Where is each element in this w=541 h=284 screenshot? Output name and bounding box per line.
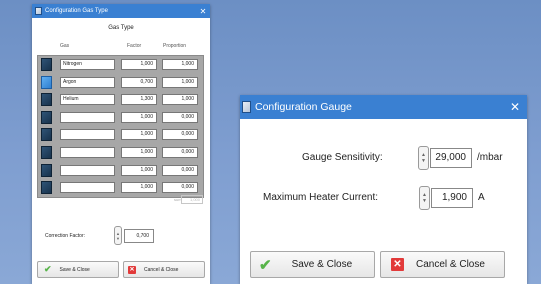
gas-select-icon[interactable] <box>41 128 52 142</box>
gas-proportion-field[interactable]: 1,000 <box>162 94 198 106</box>
gauge-close-icon[interactable]: ✕ <box>503 95 527 119</box>
gauge-titlebar[interactable]: Configuration Gauge ✕ <box>240 95 527 119</box>
x-box-icon: ✕ <box>128 265 136 274</box>
gas-factor-field[interactable]: 1,000 <box>121 129 157 141</box>
gas-name-field[interactable] <box>60 111 115 123</box>
gas-factor-field[interactable]: 1,300 <box>121 94 157 106</box>
gas-proportion-field[interactable]: 1,000 <box>162 76 198 88</box>
gas-factor-field[interactable]: 1,000 <box>121 59 157 70</box>
save-close-label: Save & Close <box>291 259 353 270</box>
gas-row: 1,000 0,000 <box>38 179 203 196</box>
gas-select-icon[interactable] <box>41 110 52 124</box>
gas-select-icon[interactable] <box>41 181 52 195</box>
gas-name-field[interactable]: Argon <box>60 76 115 88</box>
gas-factor-field[interactable]: 1,000 <box>121 111 157 123</box>
column-header-proportion: Proportion <box>163 43 187 49</box>
gas-row: 1,000 0,000 <box>38 144 203 161</box>
gas-type-heading: Gas Type <box>108 25 134 31</box>
gas-factor-field[interactable]: 1,000 <box>121 182 157 194</box>
gas-row: Helium 1,300 1,000 <box>38 91 203 108</box>
save-close-label: Save & Close <box>59 266 90 273</box>
gas-name-field[interactable] <box>60 164 115 176</box>
correction-factor-field[interactable]: 0,700 <box>124 229 154 243</box>
cancel-close-button[interactable]: ✕ Cancel & Close <box>123 261 205 278</box>
gas-name-field[interactable] <box>60 147 115 158</box>
spin-down-icon[interactable]: ▼ <box>116 236 120 241</box>
gauge-window-title: Configuration Gauge <box>255 101 352 113</box>
gas-row: 1,000 0,000 <box>38 109 203 126</box>
max-heater-current-unit: A <box>478 192 485 203</box>
gas-proportion-field[interactable]: 0,000 <box>162 164 198 176</box>
sum-value: 1,000 <box>181 195 203 204</box>
gas-table: Nitrogen 1,000 1,000 Argon 0,700 1,000 H… <box>37 55 204 198</box>
gas-proportion-field[interactable]: 0,000 <box>162 182 198 194</box>
gas-select-icon[interactable] <box>41 163 52 177</box>
gas-row: 1,000 0,000 <box>38 126 203 143</box>
correction-factor-label: Correction Factor: <box>45 233 86 239</box>
gas-type-window-title: Configuration Gas Type <box>45 8 108 14</box>
correction-factor-spinner[interactable]: ▲ ▼ <box>114 226 122 245</box>
max-heater-current-field[interactable]: 1,900 <box>431 188 473 208</box>
gas-type-window: Configuration Gas Type ✕ Gas Type Gas Fa… <box>32 4 210 284</box>
gas-select-icon[interactable] <box>41 93 52 107</box>
x-box-icon: ✕ <box>391 258 404 271</box>
gas-factor-field[interactable]: 1,000 <box>121 164 157 176</box>
check-icon: ✔ <box>259 256 272 274</box>
gauge-sensitivity-spinner[interactable]: ▲ ▼ <box>418 146 429 170</box>
app-window-icon <box>242 101 251 113</box>
app-window-icon <box>35 7 42 15</box>
gas-name-field[interactable] <box>60 129 115 141</box>
cancel-close-label: Cancel & Close <box>144 266 179 273</box>
gas-proportion-field[interactable]: 0,000 <box>162 147 198 158</box>
gas-proportion-field[interactable]: 1,000 <box>162 59 198 70</box>
gauge-sensitivity-field[interactable]: 29,000 <box>430 148 472 168</box>
save-close-button[interactable]: ✔ Save & Close <box>37 261 119 278</box>
gas-type-close-icon[interactable]: ✕ <box>196 4 210 18</box>
cancel-close-button[interactable]: ✕ Cancel & Close <box>380 251 505 278</box>
save-close-button[interactable]: ✔ Save & Close <box>250 251 375 278</box>
gas-type-titlebar[interactable]: Configuration Gas Type ✕ <box>32 4 210 18</box>
gas-row: 1,000 0,000 <box>38 162 203 179</box>
gas-select-icon[interactable] <box>41 146 52 159</box>
gauge-sensitivity-unit: /mbar <box>477 152 503 163</box>
gas-select-icon[interactable] <box>41 58 52 71</box>
column-header-gas: Gas <box>60 43 70 49</box>
gauge-window: Configuration Gauge ✕ Gauge Sensitivity:… <box>240 95 527 284</box>
max-heater-current-spinner[interactable]: ▲ ▼ <box>419 186 430 210</box>
gas-name-field[interactable] <box>60 182 115 194</box>
gas-select-icon[interactable] <box>41 75 52 89</box>
gas-factor-field[interactable]: 0,700 <box>121 76 157 88</box>
gas-row: Nitrogen 1,000 1,000 <box>38 56 203 73</box>
spin-down-icon[interactable]: ▼ <box>421 158 426 164</box>
check-icon: ✔ <box>44 264 52 274</box>
max-heater-current-label: Maximum Heater Current: <box>263 192 379 203</box>
gas-name-field[interactable]: Helium <box>60 94 115 106</box>
gas-proportion-field[interactable]: 0,000 <box>162 129 198 141</box>
cancel-close-label: Cancel & Close <box>416 259 485 270</box>
gas-factor-field[interactable]: 1,000 <box>121 147 157 158</box>
column-header-factor: Factor <box>127 43 142 49</box>
gas-proportion-field[interactable]: 0,000 <box>162 111 198 123</box>
gauge-sensitivity-label: Gauge Sensitivity: <box>302 152 383 163</box>
spin-down-icon[interactable]: ▼ <box>422 198 427 204</box>
gas-row: Argon 0,700 1,000 <box>38 74 203 91</box>
gas-name-field[interactable]: Nitrogen <box>60 59 115 70</box>
